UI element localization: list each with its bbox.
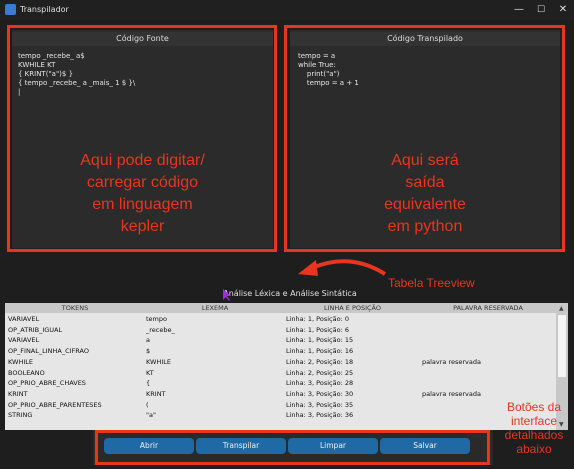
cell-lexema: { <box>146 379 151 388</box>
cell-line-position: Linha: 3, Posição: 28 <box>286 379 354 388</box>
cell-lexema: KRINT <box>146 389 166 398</box>
cell-token: STRING <box>8 411 33 420</box>
mouse-cursor-icon <box>223 289 231 301</box>
column-header-tokens[interactable]: TOKENS <box>5 303 145 313</box>
table-row[interactable]: VARIAVEL tempo Linha: 1, Posição: 0 <box>5 314 556 325</box>
cell-token: OP_PRIO_ABRE_PARENTESES <box>8 400 102 409</box>
buttons-annotation-box <box>95 430 490 465</box>
cell-line-position: Linha: 1, Posição: 6 <box>286 325 349 334</box>
cell-lexema: tempo <box>146 315 167 323</box>
column-header-line-position[interactable]: LINHA E POSIÇÃO <box>285 303 420 313</box>
treeview-annotation-text: Tabela Treeview <box>388 276 475 290</box>
cell-lexema: a <box>146 336 150 345</box>
cell-lexema: "a" <box>146 411 156 420</box>
cell-token: OP_PRIO_ABRE_CHAVES <box>8 379 86 388</box>
cell-token: KWHILE <box>8 357 33 366</box>
table-row[interactable]: KRINT KRINT Linha: 3, Posição: 30 palavra r… <box>5 389 556 400</box>
table-row[interactable]: OP_ATRIB_IGUAL _recebe_ Linha: 1, Posição:… <box>5 325 556 336</box>
scroll-up-icon[interactable]: ▲ <box>559 305 564 312</box>
column-header-reserved-word[interactable]: PALAVRA RESERVADA <box>420 303 556 313</box>
table-row[interactable]: KWHILE KWHILE Linha: 2, Posição: 18 palavra… <box>5 357 556 368</box>
cell-reserved-word: palavra reservada <box>422 357 481 366</box>
cell-line-position: Linha: 1, Posição: 16 <box>286 347 354 356</box>
cell-lexema: KWHILE <box>146 357 171 366</box>
treeview-table[interactable]: TOKENS LEXEMA LINHA E POSIÇÃO PALAVRA RE… <box>5 303 568 430</box>
cell-line-position: Linha: 3, Posição: 36 <box>286 411 354 420</box>
app-icon <box>5 4 16 15</box>
analysis-title: Análise Léxica e Análise Sintática <box>223 289 357 298</box>
cell-line-position: Linha: 1, Posição: 15 <box>286 336 354 345</box>
cell-line-position: Linha: 1, Posição: 0 <box>286 315 349 323</box>
scrollbar-thumb[interactable] <box>558 315 566 377</box>
table-header: TOKENS LEXEMA LINHA E POSIÇÃO PALAVRA RE… <box>5 303 556 313</box>
maximize-icon[interactable]: ☐ <box>534 3 548 17</box>
cell-line-position: Linha: 2, Posição: 18 <box>286 357 354 366</box>
buttons-annotation-text: Botões da interface detalhados abaixo <box>504 400 564 456</box>
cell-token: OP_FINAL_LINHA_CIFRAO <box>8 347 90 356</box>
cell-line-position: Linha: 3, Posição: 30 <box>286 389 354 398</box>
table-row[interactable]: OP_FINAL_LINHA_CIFRAO $ Linha: 1, Posição:… <box>5 346 556 357</box>
table-body: VARIAVEL tempo Linha: 1, Posição: 0 OP_ATRI… <box>5 314 556 430</box>
target-annotation-text: Aqui será saída equivalente em python <box>384 152 466 235</box>
close-icon[interactable]: ✕ <box>556 3 570 17</box>
minimize-icon[interactable]: — <box>512 3 526 17</box>
table-row[interactable]: BOOLEANO KT Linha: 2, Posição: 25 <box>5 368 556 379</box>
cell-lexema: _recebe_ <box>146 325 175 334</box>
title-bar: Transpilador — ☐ ✕ <box>0 0 574 20</box>
cell-token: VARIAVEL <box>8 336 40 345</box>
window-title: Transpilador <box>20 5 69 14</box>
table-row[interactable]: OP_PRIO_ABRE_CHAVES { Linha: 3, Posição: 2… <box>5 378 556 389</box>
cell-reserved-word: palavra reservada <box>422 389 481 398</box>
cell-lexema: ( <box>146 400 149 409</box>
cell-line-position: Linha: 3, Posição: 35 <box>286 400 354 409</box>
table-row[interactable]: STRING "a" Linha: 3, Posição: 36 <box>5 410 556 421</box>
cell-line-position: Linha: 2, Posição: 25 <box>286 368 354 377</box>
cell-token: VARIAVEL <box>8 315 40 323</box>
cell-token: BOOLEANO <box>8 368 45 377</box>
source-annotation-text: Aqui pode digitar/ carregar código em li… <box>80 152 205 235</box>
column-header-lexema[interactable]: LEXEMA <box>145 303 285 313</box>
cell-lexema: KT <box>146 368 154 377</box>
cell-token: KRINT <box>8 389 28 398</box>
cell-token: OP_ATRIB_IGUAL <box>8 325 63 334</box>
cell-lexema: $ <box>146 347 151 356</box>
table-row[interactable]: VARIAVEL a Linha: 1, Posição: 15 <box>5 335 556 346</box>
table-row[interactable]: OP_PRIO_ABRE_PARENTESES ( Linha: 3, Posiçã… <box>5 400 556 411</box>
